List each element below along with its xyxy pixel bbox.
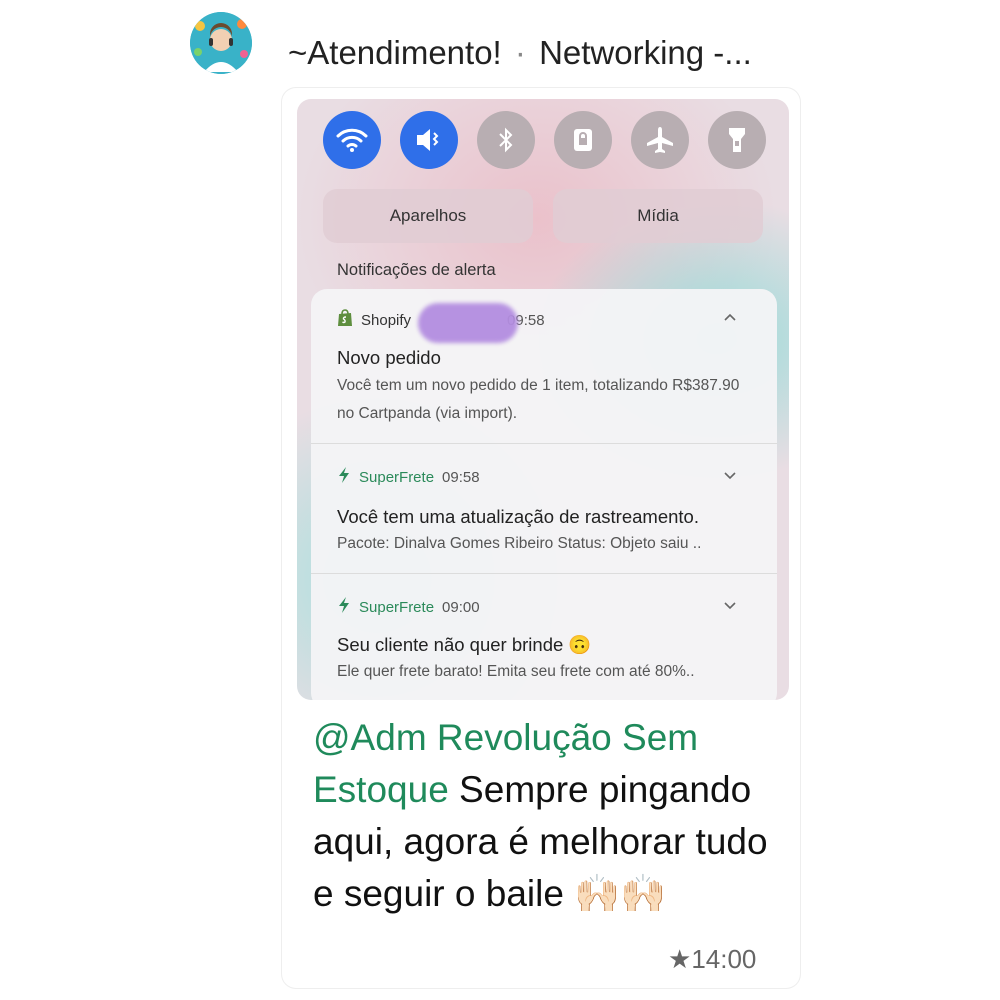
group-avatar[interactable]: [190, 12, 252, 74]
notification-title: Você tem uma atualização de rastreamento…: [337, 506, 699, 527]
flashlight-icon: [708, 111, 766, 169]
lightning-bolt-icon: [337, 466, 351, 488]
wifi-icon: [323, 111, 381, 169]
notification-app-name: SuperFrete: [359, 598, 435, 616]
notification-title: Novo pedido: [337, 347, 441, 368]
redaction-blur: [418, 303, 518, 343]
message-text: @Adm Revolução Sem Estoque Sempre pingan…: [313, 712, 783, 920]
notification-item[interactable]: Shopify 09:58 Novo pedido Você tem um no…: [311, 289, 777, 443]
chat-title[interactable]: ~Atendimento! · Networking -...: [288, 34, 752, 72]
notification-panel: Shopify 09:58 Novo pedido Você tem um no…: [311, 289, 777, 700]
media-label: Mídia: [637, 206, 679, 225]
media-button[interactable]: Mídia: [553, 189, 763, 243]
notification-body: Você tem um novo pedido de 1 item, total…: [337, 377, 740, 422]
notification-title: Seu cliente não quer brinde 🙃: [337, 634, 592, 655]
notification-app-name: SuperFrete: [359, 468, 435, 486]
chevron-up-icon[interactable]: [723, 309, 737, 327]
message-meta: ★14:00: [668, 944, 756, 975]
group-name: ~Atendimento!: [288, 34, 502, 71]
chat-header[interactable]: ~Atendimento! · Networking -...: [190, 12, 990, 74]
alerts-heading: Notificações de alerta: [337, 261, 496, 279]
bluetooth-icon: [477, 111, 535, 169]
devices-label: Aparelhos: [389, 206, 467, 225]
notification-app-name: Shopify: [361, 311, 412, 329]
star-icon: ★: [668, 944, 692, 974]
notification-time: 09:00: [442, 598, 480, 616]
notification-time: 09:58: [442, 468, 480, 486]
mute-icon: [400, 111, 458, 169]
notification-item[interactable]: SuperFrete 09:00 Seu cliente não quer br…: [311, 574, 777, 700]
lock-screen-icon: [554, 111, 612, 169]
group-subtitle: Networking -...: [539, 34, 752, 71]
lightning-bolt-icon: [337, 596, 351, 618]
chevron-down-icon[interactable]: [723, 468, 737, 486]
notification-header: SuperFrete 09:00: [337, 596, 480, 618]
devices-button[interactable]: Aparelhos: [323, 189, 533, 243]
shopify-bag-icon: [337, 309, 353, 331]
notification-item[interactable]: SuperFrete 09:58 Você tem uma atualizaçã…: [311, 444, 777, 573]
notification-screenshot[interactable]: Aparelhos Mídia Notificações de alerta S…: [297, 99, 789, 700]
chevron-down-icon[interactable]: [723, 598, 737, 616]
title-separator: ·: [514, 34, 526, 71]
notification-body: Pacote: Dinalva Gomes Ribeiro Status: Ob…: [337, 535, 702, 552]
notification-body: Ele quer frete barato! Emita seu frete c…: [337, 663, 695, 680]
message-time: 14:00: [691, 944, 757, 974]
notification-header: SuperFrete 09:58: [337, 466, 480, 488]
airplane-icon: [631, 111, 689, 169]
